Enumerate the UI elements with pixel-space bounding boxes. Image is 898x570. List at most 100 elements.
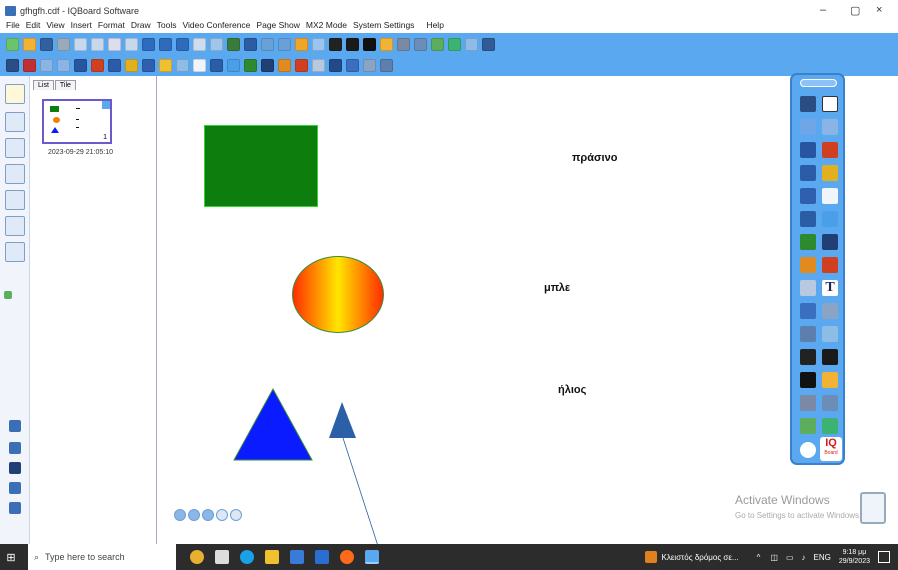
triangle-icon[interactable] — [822, 234, 838, 250]
last-page-icon[interactable] — [216, 509, 228, 521]
wand-icon[interactable] — [57, 59, 70, 72]
pointer-icon[interactable] — [800, 119, 816, 135]
bar-chart-icon[interactable] — [295, 59, 308, 72]
menu-system-settings[interactable]: System Settings — [353, 20, 414, 30]
store-icon[interactable] — [290, 550, 304, 564]
screen-capture-icon[interactable] — [278, 37, 291, 51]
line-icon[interactable] — [210, 59, 223, 72]
edge-icon[interactable] — [240, 550, 254, 564]
menu-help[interactable]: Help — [426, 20, 443, 30]
menu-icon[interactable] — [800, 442, 816, 458]
line-icon[interactable] — [800, 211, 816, 227]
page-list-icon[interactable] — [5, 84, 25, 104]
camera-icon[interactable] — [397, 37, 410, 51]
brush-icon[interactable] — [108, 59, 121, 72]
page-view-icon[interactable] — [210, 37, 223, 51]
pie-icon[interactable] — [800, 257, 816, 273]
keyboard-icon[interactable] — [465, 37, 478, 51]
tools-icon[interactable] — [822, 418, 838, 434]
screen-shade-icon[interactable] — [346, 37, 359, 51]
page-icon[interactable] — [74, 37, 87, 51]
floatbar-handle[interactable] — [800, 79, 837, 87]
page-thumbnail[interactable]: 1 — [42, 99, 112, 144]
text-icon[interactable] — [329, 59, 342, 72]
new-page-icon[interactable] — [6, 37, 19, 51]
black-screen-icon[interactable] — [363, 37, 376, 51]
gallery-icon[interactable] — [5, 112, 25, 132]
wand-icon[interactable] — [822, 119, 838, 135]
undo-icon[interactable] — [380, 37, 393, 51]
label-ble[interactable]: μπλε — [544, 282, 570, 294]
notes-icon[interactable] — [5, 242, 25, 262]
save-icon[interactable] — [40, 37, 53, 51]
ruler-icon[interactable] — [822, 303, 838, 319]
protractor-icon[interactable] — [800, 326, 816, 342]
recycle-bin-icon[interactable] — [860, 492, 886, 524]
laser-pen-icon[interactable] — [822, 326, 838, 342]
texture-pen-icon[interactable] — [800, 188, 816, 204]
tab-list[interactable]: List — [33, 80, 54, 90]
menu-video-conference[interactable]: Video Conference — [183, 20, 251, 30]
table-icon[interactable] — [800, 280, 816, 296]
background-library-icon[interactable] — [5, 138, 25, 158]
menu-tools[interactable]: Tools — [157, 20, 177, 30]
notifications-icon[interactable] — [878, 551, 890, 563]
layers-icon[interactable] — [9, 482, 21, 494]
pause-icon[interactable] — [9, 462, 21, 474]
notification-text[interactable]: Κλειστός δρόμος σε... — [662, 553, 739, 562]
tools-icon[interactable] — [448, 37, 461, 51]
chevron-up-icon[interactable]: ^ — [757, 553, 761, 562]
volume-icon[interactable]: ♪ — [802, 553, 806, 562]
brush-icon[interactable] — [800, 165, 816, 181]
recorder-icon[interactable] — [414, 37, 427, 51]
minimize-button[interactable]: – — [820, 4, 826, 16]
menu-file[interactable]: File — [6, 20, 20, 30]
tab-tile[interactable]: Tile — [54, 80, 76, 90]
settings-icon[interactable] — [482, 37, 495, 51]
network-icon[interactable]: ◫ — [770, 553, 778, 562]
pen-tool-icon[interactable] — [295, 37, 308, 51]
fill-icon[interactable] — [800, 303, 816, 319]
mail-icon[interactable] — [315, 550, 329, 564]
traffic-alert-icon[interactable] — [644, 551, 657, 563]
chart-icon[interactable] — [800, 234, 816, 250]
mouse-icon[interactable] — [23, 59, 36, 72]
add-page-icon[interactable] — [230, 509, 242, 521]
select-icon[interactable] — [6, 59, 19, 72]
language-indicator[interactable]: ENG — [814, 553, 831, 562]
display-icon[interactable]: ▭ — [786, 553, 794, 562]
marker-icon[interactable] — [91, 59, 104, 72]
spotlight-icon[interactable] — [329, 37, 342, 51]
highlighter-icon[interactable] — [125, 59, 138, 72]
label-prasino[interactable]: πράσινο — [572, 152, 617, 164]
camera-icon[interactable] — [800, 395, 816, 411]
zoom-fit-icon[interactable] — [176, 37, 189, 51]
next-page-icon[interactable] — [202, 509, 214, 521]
whiteboard-canvas[interactable]: πράσινο μπλε ήλιος — [158, 76, 898, 547]
open-icon[interactable] — [23, 37, 36, 51]
protractor-icon[interactable] — [380, 59, 393, 72]
fill-icon[interactable] — [346, 59, 359, 72]
menu-draw[interactable]: Draw — [131, 20, 151, 30]
menu-format[interactable]: Format — [98, 20, 125, 30]
pointer-icon[interactable] — [40, 59, 53, 72]
thumb-menu-icon[interactable] — [102, 101, 110, 109]
subject-tools-icon[interactable] — [5, 190, 25, 210]
zoom-in-icon[interactable] — [142, 37, 155, 51]
highlighter-icon[interactable] — [822, 165, 838, 181]
grid-icon[interactable] — [193, 37, 206, 51]
texture-pen-icon[interactable] — [142, 59, 155, 72]
polygon-icon[interactable] — [227, 59, 240, 72]
file-explorer-icon[interactable] — [265, 550, 279, 564]
clock[interactable]: 9:18 μμ 29/9/2023 — [839, 548, 870, 566]
screen-shade-icon[interactable] — [822, 349, 838, 365]
iqboard-taskbar-icon[interactable] — [365, 550, 379, 564]
teaching-tools-icon[interactable] — [5, 164, 25, 184]
cut-icon[interactable] — [108, 37, 121, 51]
text-tool-icon[interactable]: T — [822, 280, 838, 296]
menu-edit[interactable]: Edit — [26, 20, 41, 30]
capture-icon[interactable] — [9, 442, 21, 454]
copy-icon[interactable] — [91, 37, 104, 51]
spotlight-icon[interactable] — [800, 349, 816, 365]
resource-icon[interactable] — [800, 418, 816, 434]
